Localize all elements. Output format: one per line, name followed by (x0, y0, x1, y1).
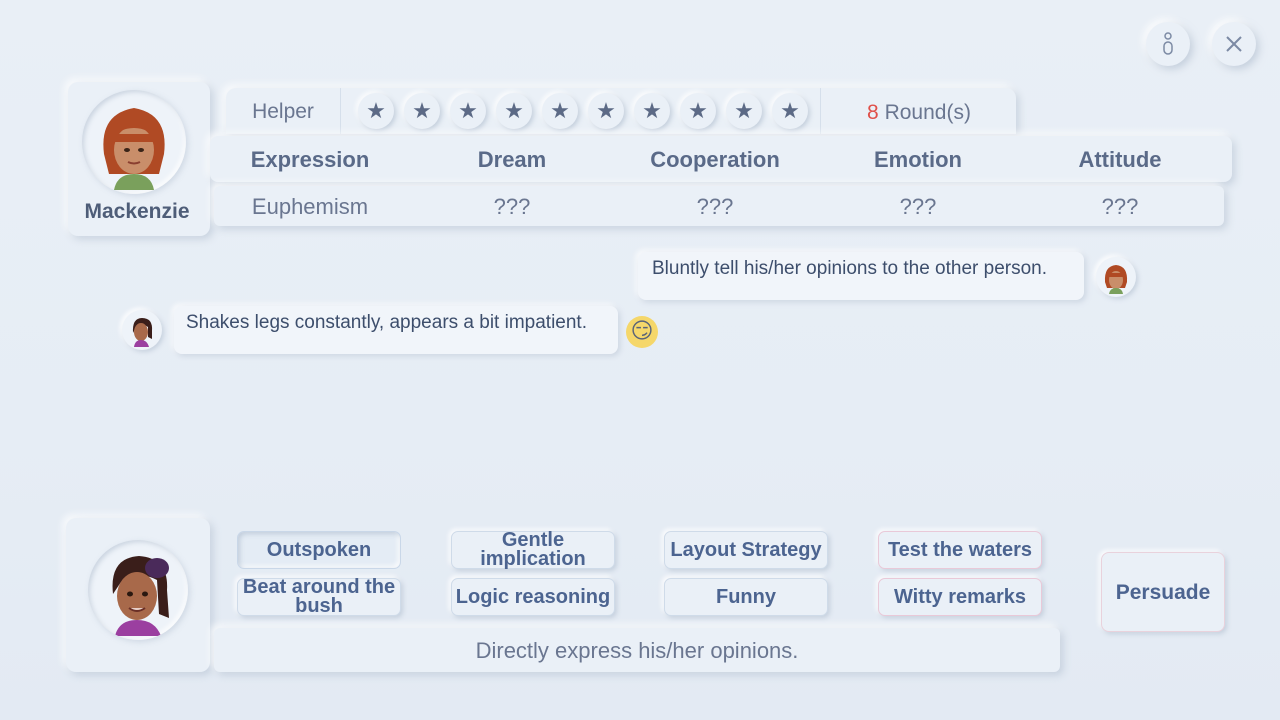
npc-name: Mackenzie (84, 200, 190, 223)
player-card (66, 518, 210, 672)
rounds-label: Round(s) (878, 101, 971, 124)
star-icon[interactable]: ★ (680, 93, 716, 129)
option-test-the-waters[interactable]: Test the waters (878, 531, 1042, 569)
rounds-count: 8 (867, 101, 879, 124)
star-icon[interactable]: ★ (404, 93, 440, 129)
attr-header-dream: Dream (477, 147, 547, 172)
attr-value-attitude: ??? (1101, 194, 1139, 219)
player-mini-avatar (122, 310, 162, 350)
npc-mini-avatar (1096, 257, 1136, 297)
star-icon[interactable]: ★ (496, 93, 532, 129)
npc-portrait-icon (103, 108, 165, 190)
star-rating: ★ ★ ★ ★ ★ ★ ★ ★ ★ ★ (358, 93, 808, 129)
npc-message-text: Bluntly tell his/her opinions to the oth… (652, 258, 1048, 279)
attr-header-emotion: Emotion (874, 147, 962, 172)
star-icon[interactable]: ★ (450, 93, 486, 129)
star-icon[interactable]: ★ (634, 93, 670, 129)
npc-mini-portrait-icon (1104, 265, 1128, 294)
helper-bar: Helper ★ ★ ★ ★ ★ ★ ★ ★ ★ ★ 8 Round(s) (226, 88, 1016, 134)
player-message-bubble: Shakes legs constantly, appears a bit im… (174, 306, 618, 354)
npc-avatar (82, 90, 186, 194)
player-avatar (88, 540, 188, 640)
player-message-text: Shakes legs constantly, appears a bit im… (186, 312, 587, 333)
attr-header-attitude: Attitude (1078, 147, 1162, 172)
option-description: Directly express his/her opinions. (475, 638, 799, 663)
star-icon[interactable]: ★ (726, 93, 762, 129)
npc-card: Mackenzie (68, 82, 210, 236)
option-gentle-implication[interactable]: Gentle implication (451, 530, 615, 569)
attr-value-emotion: ??? (899, 194, 937, 219)
star-icon[interactable]: ★ (588, 93, 624, 129)
close-button[interactable] (1212, 22, 1256, 66)
attribute-header-row: Expression Dream Cooperation Emotion Att… (210, 136, 1232, 182)
rounds-display: 8 Round(s) (820, 88, 1017, 134)
option-logic-reasoning[interactable]: Logic reasoning (451, 578, 615, 616)
player-portrait-icon (112, 556, 169, 636)
player-mini-portrait-icon (132, 318, 153, 347)
option-witty-remarks[interactable]: Witty remarks (878, 578, 1042, 616)
option-outspoken[interactable]: Outspoken (237, 531, 401, 569)
helper-label: Helper (226, 88, 341, 134)
attr-value-dream: ??? (493, 194, 531, 219)
star-icon[interactable]: ★ (772, 93, 808, 129)
attr-value-cooperation: ??? (696, 194, 734, 219)
attr-value-expression: Euphemism (251, 194, 369, 219)
option-description-bar: Directly express his/her opinions. (214, 628, 1060, 672)
option-layout-strategy[interactable]: Layout Strategy (664, 531, 828, 569)
npc-message-bubble: Bluntly tell his/her opinions to the oth… (638, 252, 1084, 300)
attribute-value-row: Euphemism ??? ??? ??? ??? (214, 186, 1224, 226)
star-icon[interactable]: ★ (542, 93, 578, 129)
star-icon[interactable]: ★ (358, 93, 394, 129)
reaction-emoji: 😏 (626, 316, 658, 348)
option-beat-around-the-bush[interactable]: Beat around the bush (237, 577, 401, 616)
option-funny[interactable]: Funny (664, 578, 828, 616)
attr-header-cooperation: Cooperation (650, 147, 780, 172)
attr-header-expression: Expression (250, 147, 370, 172)
persuade-button[interactable]: Persuade (1101, 552, 1225, 632)
close-icon (1226, 36, 1242, 52)
info-button[interactable] (1146, 22, 1190, 66)
info-icon (1163, 32, 1173, 55)
